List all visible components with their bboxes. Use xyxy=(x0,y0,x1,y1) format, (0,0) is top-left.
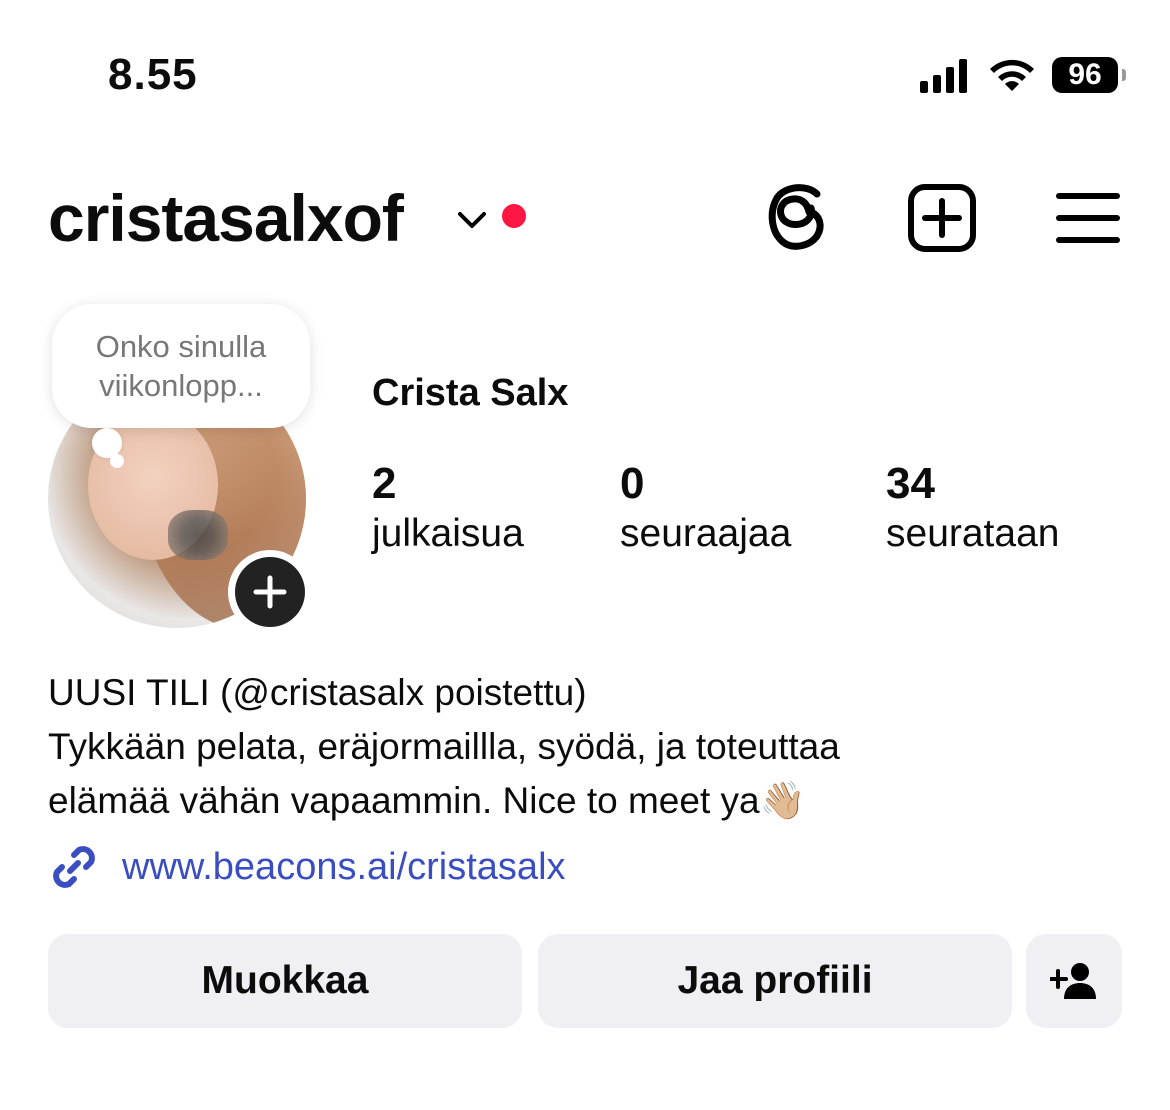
link-icon xyxy=(53,846,95,888)
create-post-icon[interactable] xyxy=(902,178,982,258)
battery-level: 96 xyxy=(1068,58,1102,91)
profile-full-name: Crista Salx xyxy=(372,372,569,414)
stat-following[interactable]: 34 seurataan xyxy=(886,458,1059,558)
stat-following-label: seurataan xyxy=(886,512,1060,555)
bio-line: UUSI TILI (@cristasalx poistettu) xyxy=(48,672,587,713)
status-indicators: 96 xyxy=(920,52,1126,98)
status-time: 8.55 xyxy=(108,50,198,99)
profile-link[interactable]: www.beacons.ai/cristasalx xyxy=(48,838,566,896)
battery-icon: 96 xyxy=(1052,57,1126,93)
edit-profile-label: Muokkaa xyxy=(201,959,369,1002)
menu-icon[interactable] xyxy=(1048,178,1128,258)
threads-icon[interactable] xyxy=(758,178,838,258)
note-text: Onko sinulla viikonlopp... xyxy=(95,329,267,403)
wifi-icon xyxy=(990,59,1034,91)
profile-bio: UUSI TILI (@cristasalx poistettu) Tykkää… xyxy=(48,666,1128,828)
bio-line: elämää vähän vapaammin. Nice to meet ya👋… xyxy=(48,780,806,821)
stat-followers-count: 0 xyxy=(620,459,645,508)
share-profile-label: Jaa profiili xyxy=(677,959,873,1002)
plus-icon xyxy=(253,575,287,609)
note-bubble[interactable]: Onko sinulla viikonlopp... xyxy=(52,304,310,428)
share-profile-button[interactable]: Jaa profiili xyxy=(538,934,1012,1028)
edit-profile-button[interactable]: Muokkaa xyxy=(48,934,522,1028)
discover-people-button[interactable] xyxy=(1026,934,1122,1028)
add-person-icon xyxy=(1050,963,1096,999)
stat-posts-count: 2 xyxy=(372,459,397,508)
stat-posts-label: julkaisua xyxy=(372,512,524,555)
note-bubble-tail-small xyxy=(110,454,124,468)
stat-posts[interactable]: 2 julkaisua xyxy=(372,458,524,558)
profile-link-text[interactable]: www.beacons.ai/cristasalx xyxy=(122,846,566,889)
chevron-down-icon[interactable] xyxy=(452,200,492,240)
account-username[interactable]: cristasalxof xyxy=(48,178,404,258)
bio-line: Tykkään pelata, eräjormaillla, syödä, ja… xyxy=(48,726,840,767)
add-story-button[interactable] xyxy=(228,550,312,634)
cellular-signal-icon xyxy=(920,57,972,93)
notification-dot xyxy=(502,204,526,228)
stat-followers-label: seuraajaa xyxy=(620,512,792,555)
stat-following-count: 34 xyxy=(886,459,935,508)
stat-followers[interactable]: 0 seuraajaa xyxy=(620,458,791,558)
